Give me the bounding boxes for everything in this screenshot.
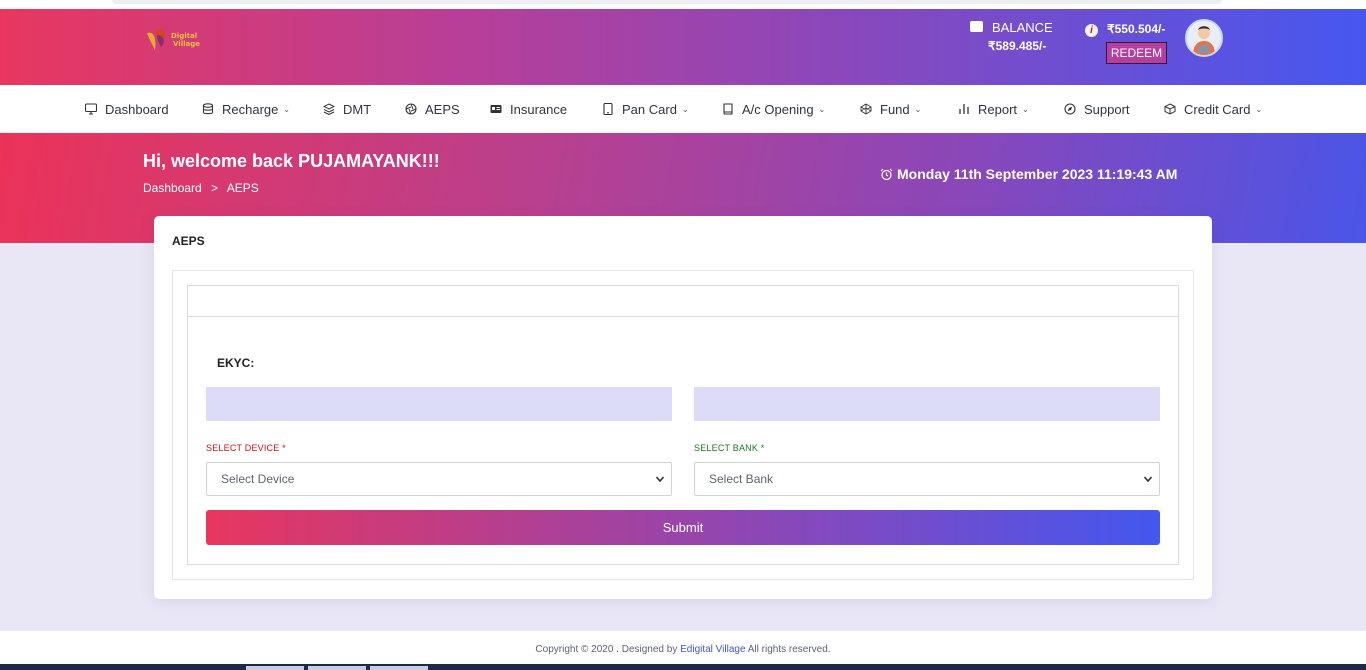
avatar[interactable] <box>1185 19 1223 57</box>
welcome-heading: Hi, welcome back PUJAMAYANK!!! <box>143 151 440 171</box>
form-panel-header <box>188 286 1178 317</box>
current-datetime: Monday 11th September 2023 11:19:43 AM <box>880 166 1177 182</box>
datetime-text: Monday 11th September 2023 11:19:43 AM <box>897 166 1178 182</box>
ekyc-field-left[interactable] <box>206 387 672 421</box>
database-icon <box>202 103 214 115</box>
nav-item-credit-card[interactable]: Credit Card ⌄ <box>1164 85 1262 133</box>
taskbar-item[interactable] <box>246 666 304 670</box>
nav-item-ac-opening[interactable]: A/c Opening ⌄ <box>722 85 825 133</box>
card-title: AEPS <box>172 234 205 248</box>
nav-item-aeps[interactable]: AEPS <box>405 85 460 133</box>
select-bank-value: Select Bank <box>709 472 774 486</box>
id-card-icon <box>490 105 502 113</box>
ekyc-label: EKYC: <box>217 356 255 370</box>
taskbar-item[interactable] <box>308 666 366 670</box>
balance-label: BALANCE <box>992 20 1053 35</box>
chevron-down-icon: ⌄ <box>1022 104 1029 114</box>
points-icon: i <box>1085 24 1098 37</box>
browser-address-strip <box>112 0 1222 4</box>
box-icon <box>1164 103 1176 115</box>
bar-chart-icon <box>959 104 969 114</box>
nav-label-recharge: Recharge <box>222 101 279 117</box>
nav-item-dmt[interactable]: DMT <box>323 85 371 133</box>
aperture-icon <box>405 103 417 115</box>
taskbar-item[interactable] <box>370 666 428 670</box>
logo-leaf-icon <box>147 29 166 51</box>
nav-item-support[interactable]: Support <box>1064 85 1130 133</box>
logo-text-line2: Village <box>173 40 200 48</box>
chevron-down-icon: ⌄ <box>1255 104 1263 114</box>
chevron-down-icon <box>655 476 665 483</box>
footer-copyright: Copyright © 2020 . Designed by <box>535 644 678 655</box>
nav-label-pan-card: Pan Card <box>622 101 677 117</box>
aeps-form-panel: EKYC: SELECT DEVICE * SELECT BANK * Sele… <box>187 285 1179 565</box>
nav-label-fund: Fund <box>880 101 910 117</box>
balance-value: ₹589.485/- <box>988 39 1047 53</box>
digital-village-logo[interactable]: Digital Village <box>143 25 213 59</box>
nav-label-dmt: DMT <box>343 101 372 117</box>
nav-label-insurance: Insurance <box>510 101 568 117</box>
layers-icon <box>323 103 335 115</box>
chevron-down-icon: ⌄ <box>914 104 922 114</box>
monitor-icon <box>85 103 97 115</box>
nav-label-report: Report <box>978 101 1018 117</box>
aeps-form-container: EKYC: SELECT DEVICE * SELECT BANK * Sele… <box>172 270 1194 580</box>
nav-item-report[interactable]: Report ⌄ <box>958 85 1029 133</box>
nav-item-insurance[interactable]: Insurance <box>490 85 567 133</box>
nav-item-fund[interactable]: Fund ⌄ <box>860 85 921 133</box>
nav-label-ac-opening: A/c Opening <box>742 101 814 117</box>
footer-designer-link[interactable]: Edigital Village <box>680 644 745 655</box>
chevron-down-icon: ⌄ <box>681 104 689 114</box>
select-device-dropdown[interactable]: Select Device <box>206 462 672 496</box>
nav-label-aeps: AEPS <box>425 101 460 117</box>
breadcrumb: Dashboard > AEPS <box>143 181 265 195</box>
points-value: ₹550.504/- <box>1107 22 1166 36</box>
compass-icon <box>1064 103 1076 115</box>
nav-label-support: Support <box>1084 101 1130 117</box>
nav-label-credit-card: Credit Card <box>1184 101 1251 117</box>
footer: Copyright © 2020 . Designed by Edigital … <box>0 630 1366 664</box>
breadcrumb-separator: > <box>211 181 219 195</box>
nav-label-dashboard: Dashboard <box>105 101 169 117</box>
os-taskbar <box>0 664 1366 670</box>
nav-item-recharge[interactable]: Recharge ⌄ <box>202 85 290 133</box>
wallet-icon <box>970 21 983 32</box>
browser-strip <box>0 0 1366 9</box>
tablet-icon <box>603 103 613 115</box>
breadcrumb-home-link[interactable]: Dashboard <box>143 181 202 195</box>
logo-text-line1: Digital <box>171 32 198 40</box>
submit-button[interactable]: Submit <box>206 510 1160 545</box>
codepen-icon <box>860 103 872 115</box>
chevron-down-icon: ⌄ <box>283 104 291 114</box>
chevron-down-icon: ⌄ <box>818 104 826 114</box>
select-device-value: Select Device <box>221 472 295 486</box>
aeps-card: AEPS EKYC: SELECT DEVICE * SELECT BANK *… <box>154 216 1212 599</box>
alarm-clock-icon <box>880 168 893 180</box>
book-icon <box>723 103 733 115</box>
top-header: Digital Village BALANCE ₹589.485/- i ₹55… <box>0 9 1366 85</box>
ekyc-field-right[interactable] <box>694 387 1160 421</box>
select-device-label: SELECT DEVICE * <box>206 443 286 453</box>
nav-item-pan-card[interactable]: Pan Card ⌄ <box>602 85 689 133</box>
select-bank-label: SELECT BANK * <box>694 443 765 453</box>
main-navbar: Dashboard Recharge ⌄ DMT AEPS Insurance … <box>0 85 1366 133</box>
redeem-button[interactable]: REDEEM <box>1106 42 1167 64</box>
breadcrumb-current: AEPS <box>226 181 259 195</box>
nav-item-dashboard[interactable]: Dashboard <box>85 85 169 133</box>
footer-rights: All rights reserved. <box>747 644 831 655</box>
user-avatar-icon <box>1187 21 1221 55</box>
chevron-down-icon <box>1143 476 1153 483</box>
select-bank-dropdown[interactable]: Select Bank <box>694 462 1160 496</box>
